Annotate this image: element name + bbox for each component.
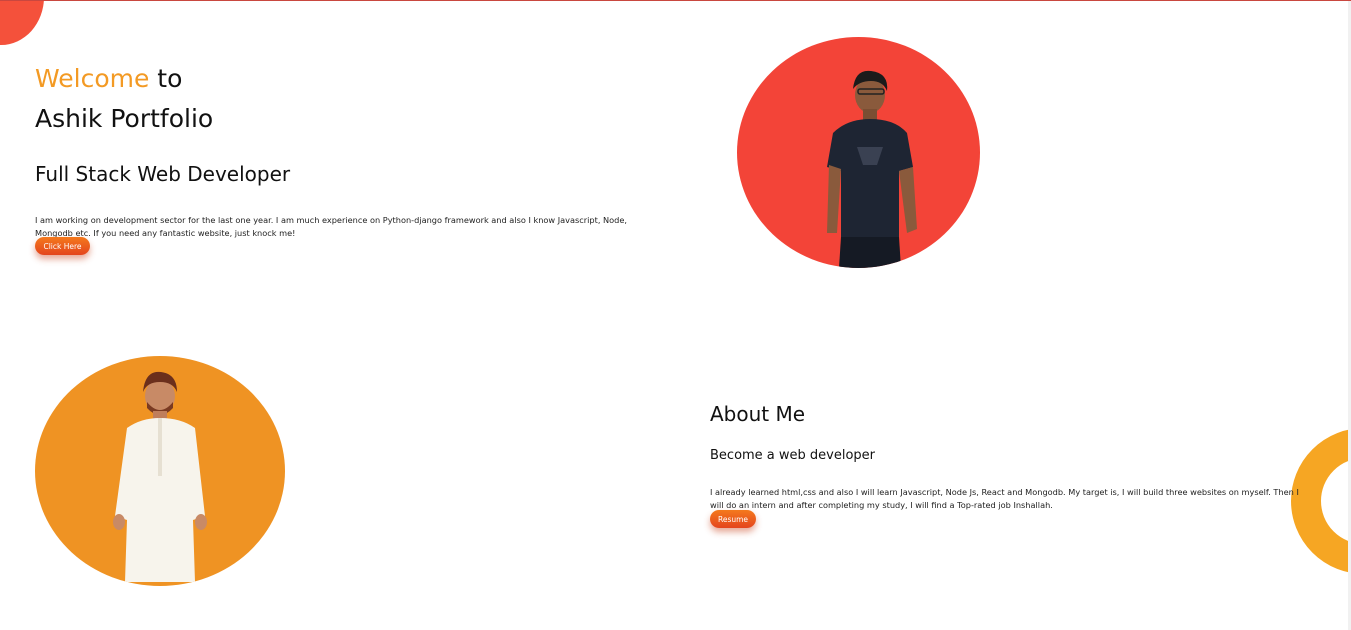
resume-button[interactable]: Resume xyxy=(710,510,756,528)
hero-subtitle: Full Stack Web Developer xyxy=(35,162,291,186)
portrait-dark-tshirt-icon xyxy=(827,70,917,268)
decorative-ring-right xyxy=(1291,428,1351,574)
portfolio-page: Welcome to Ashik Portfolio Full Stack We… xyxy=(0,0,1351,630)
decorative-circle-top-left xyxy=(0,1,44,45)
hero-heading: Welcome to Ashik Portfolio xyxy=(35,59,213,139)
click-here-button[interactable]: Click Here xyxy=(35,237,90,255)
profile-photo-2 xyxy=(35,356,285,586)
portrait-white-kurta-icon xyxy=(113,371,207,582)
about-subtitle: Become a web developer xyxy=(710,448,876,463)
hero-name-line: Ashik Portfolio xyxy=(35,104,214,133)
profile-photo-1 xyxy=(737,37,980,268)
hero-welcome-word: Welcome xyxy=(35,64,150,93)
hero-description: I am working on development sector for t… xyxy=(35,215,628,239)
hero-to-word: to xyxy=(149,64,183,93)
about-title: About Me xyxy=(710,402,806,426)
about-description: I already learned html,css and also I wi… xyxy=(710,487,1299,511)
